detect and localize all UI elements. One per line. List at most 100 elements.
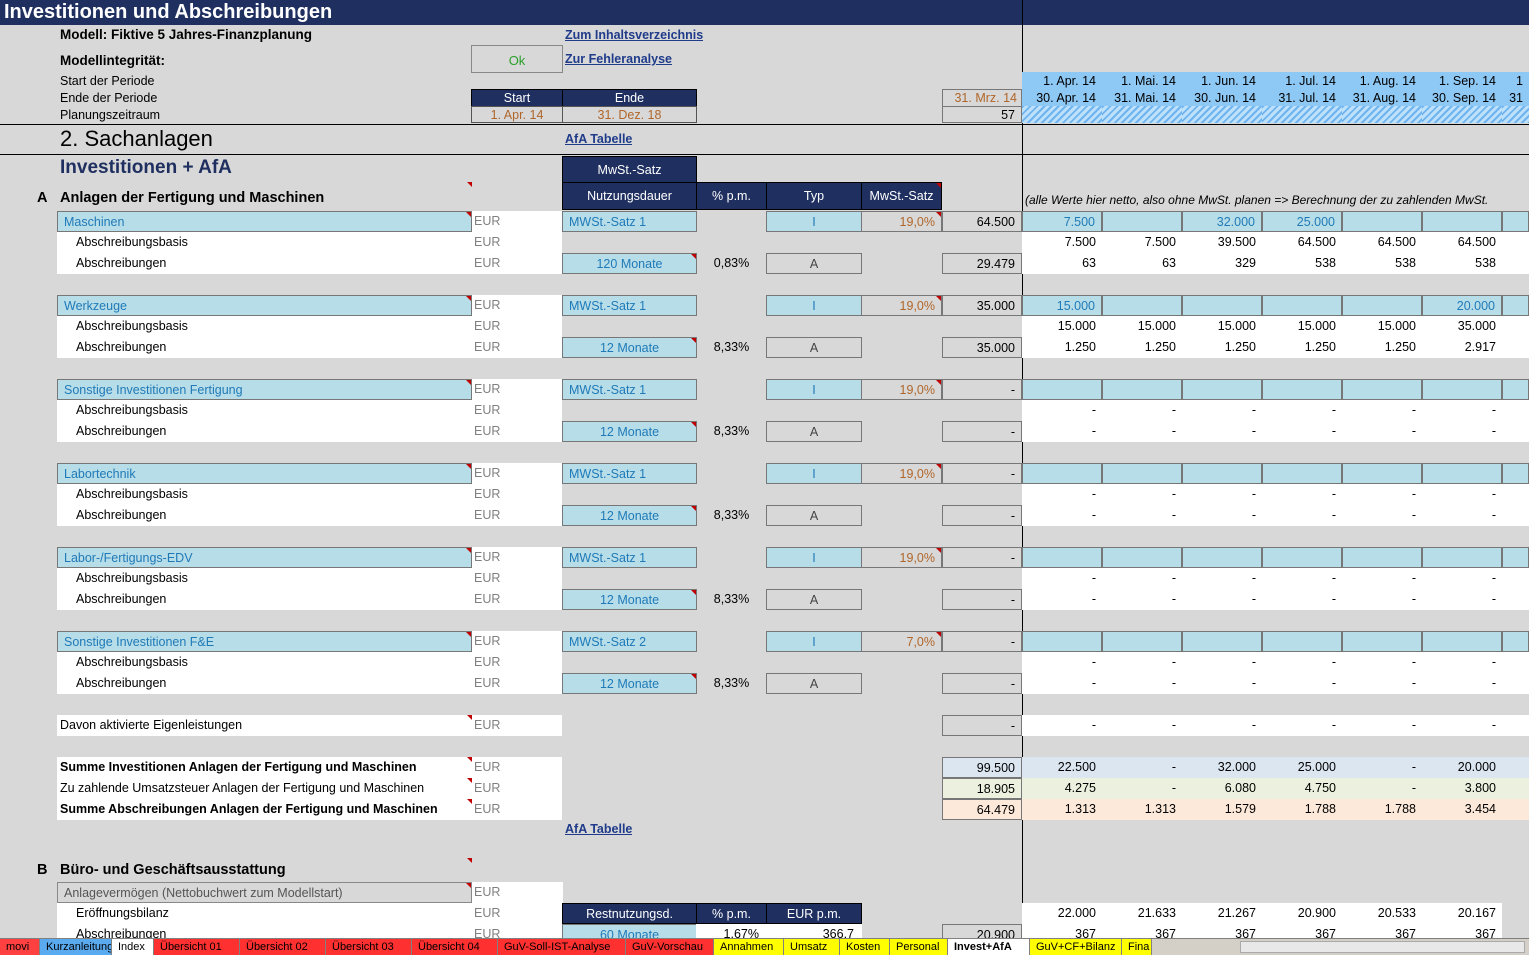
depreciation-value: - — [1091, 676, 1096, 690]
useful-life-input[interactable]: 12 Monate — [562, 505, 697, 526]
vat-rate-select[interactable]: MWSt.-Satz 1 — [562, 211, 697, 232]
investment-input[interactable] — [1422, 631, 1502, 652]
afa-table-link[interactable]: AfA Tabelle — [565, 132, 632, 146]
investment-input[interactable] — [1502, 547, 1529, 568]
type-cell[interactable]: I — [766, 463, 862, 484]
asset-name-input[interactable]: Werkzeuge — [57, 295, 472, 316]
vat-rate-select[interactable]: MWSt.-Satz 1 — [562, 463, 697, 484]
investment-input[interactable] — [1342, 463, 1422, 484]
fixed-assets-label[interactable]: Anlagevermögen (Nettobuchwert zum Modell… — [57, 882, 472, 903]
investment-input[interactable] — [1502, 631, 1529, 652]
type-cell[interactable]: A — [766, 253, 862, 274]
type-cell[interactable]: I — [766, 295, 862, 316]
useful-life-input[interactable]: 12 Monate — [562, 337, 697, 358]
error-analysis-link[interactable]: Zur Fehleranalyse — [565, 52, 672, 66]
asset-name-input[interactable]: Labortechnik — [57, 463, 472, 484]
vat-rate-select[interactable]: MWSt.-Satz 1 — [562, 295, 697, 316]
investment-input[interactable] — [1422, 463, 1502, 484]
toc-link[interactable]: Zum Inhaltsverzeichnis — [565, 28, 703, 42]
type-cell[interactable]: I — [766, 211, 862, 232]
investment-input[interactable] — [1342, 631, 1422, 652]
investment-input[interactable] — [1102, 295, 1182, 316]
investment-input[interactable] — [1102, 211, 1182, 232]
type-cell[interactable]: A — [766, 505, 862, 526]
sheet-tab[interactable]: Übersicht 03 — [326, 939, 412, 955]
vat-rate-select[interactable]: MWSt.-Satz 1 — [562, 547, 697, 568]
investment-input[interactable]: 25.000 — [1262, 211, 1342, 232]
investment-input[interactable] — [1182, 631, 1262, 652]
investment-input[interactable] — [1342, 379, 1422, 400]
investment-input[interactable] — [1502, 379, 1529, 400]
investment-input[interactable] — [1262, 547, 1342, 568]
investment-input[interactable] — [1262, 379, 1342, 400]
investment-input[interactable]: 20.000 — [1422, 295, 1502, 316]
depreciation-basis-value: - — [1251, 403, 1256, 417]
investment-input[interactable] — [1342, 547, 1422, 568]
asset-name-input[interactable]: Maschinen — [57, 211, 472, 232]
horizontal-scrollbar[interactable] — [1240, 941, 1525, 953]
investment-input[interactable] — [1422, 211, 1502, 232]
useful-life-input[interactable]: 12 Monate — [562, 589, 697, 610]
investment-input[interactable] — [1182, 295, 1262, 316]
investment-input[interactable]: 32.000 — [1182, 211, 1262, 232]
asset-name-input[interactable]: Labor-/Fertigungs-EDV — [57, 547, 472, 568]
investment-input[interactable] — [1422, 379, 1502, 400]
asset-name-input[interactable]: Sonstige Investitionen Fertigung — [57, 379, 472, 400]
vat-rate-select[interactable]: MWSt.-Satz 1 — [562, 379, 697, 400]
sheet-tab[interactable]: Fina — [1122, 939, 1152, 955]
type-cell[interactable]: A — [766, 673, 862, 694]
investment-input[interactable] — [1102, 463, 1182, 484]
investment-input[interactable]: 7.500 — [1022, 211, 1102, 232]
useful-life-input[interactable]: 12 Monate — [562, 421, 697, 442]
sheet-tab[interactable]: Übersicht 01 — [154, 939, 240, 955]
opening-balance-value: 20.533 — [1342, 903, 1422, 924]
investment-input[interactable] — [1182, 379, 1262, 400]
investment-input[interactable] — [1182, 463, 1262, 484]
investment-input[interactable] — [1022, 547, 1102, 568]
planning-end-value[interactable]: 31. Dez. 18 — [562, 106, 697, 123]
sheet-tab[interactable]: movi — [0, 939, 40, 955]
type-cell[interactable]: I — [766, 379, 862, 400]
investment-input[interactable] — [1262, 295, 1342, 316]
sheet-tab[interactable]: Umsatz — [784, 939, 840, 955]
investment-input[interactable] — [1102, 547, 1182, 568]
investment-input[interactable] — [1102, 631, 1182, 652]
sheet-tab[interactable]: GuV-Vorschau — [626, 939, 714, 955]
investment-input[interactable] — [1342, 211, 1422, 232]
sheet-tab[interactable]: Invest+AfA — [948, 939, 1030, 955]
sheet-tab[interactable]: Kurzanleitung — [40, 939, 112, 955]
sheet-tab[interactable]: Kosten — [840, 939, 890, 955]
investment-input[interactable] — [1262, 631, 1342, 652]
type-cell[interactable]: I — [766, 547, 862, 568]
investment-input[interactable] — [1262, 463, 1342, 484]
useful-life-input[interactable]: 120 Monate — [562, 253, 697, 274]
sheet-tab[interactable]: GuV+CF+Bilanz — [1030, 939, 1122, 955]
useful-life-input[interactable]: 12 Monate — [562, 673, 697, 694]
sheet-tab[interactable]: Übersicht 04 — [412, 939, 498, 955]
investment-input[interactable] — [1182, 547, 1262, 568]
sheet-tab[interactable]: Übersicht 02 — [240, 939, 326, 955]
sheet-tab[interactable]: Annahmen — [714, 939, 784, 955]
investment-input[interactable] — [1102, 379, 1182, 400]
investment-input[interactable] — [1022, 631, 1102, 652]
asset-name-input[interactable]: Sonstige Investitionen F&E — [57, 631, 472, 652]
investment-input[interactable] — [1422, 547, 1502, 568]
sheet-tab[interactable]: GuV-Soll-IST-Analyse — [498, 939, 626, 955]
vat-rate-select[interactable]: MWSt.-Satz 2 — [562, 631, 697, 652]
investment-input[interactable]: 15.000 — [1022, 295, 1102, 316]
sheet-tab[interactable]: Index — [112, 939, 154, 955]
investment-input[interactable] — [1502, 295, 1529, 316]
investment-input[interactable] — [1502, 463, 1529, 484]
type-cell[interactable]: I — [766, 631, 862, 652]
investment-input[interactable] — [1022, 379, 1102, 400]
type-cell[interactable]: A — [766, 421, 862, 442]
sheet-tab[interactable]: Personal — [890, 939, 948, 955]
planning-start-value[interactable]: 1. Apr. 14 — [471, 106, 563, 123]
type-cell[interactable]: A — [766, 337, 862, 358]
investment-input[interactable] — [1502, 211, 1529, 232]
investment-input[interactable] — [1342, 295, 1422, 316]
investment-input[interactable] — [1022, 463, 1102, 484]
depreciation-basis-label: Abschreibungsbasis — [76, 571, 188, 585]
type-cell[interactable]: A — [766, 589, 862, 610]
afa-table-link-2[interactable]: AfA Tabelle — [565, 822, 632, 836]
